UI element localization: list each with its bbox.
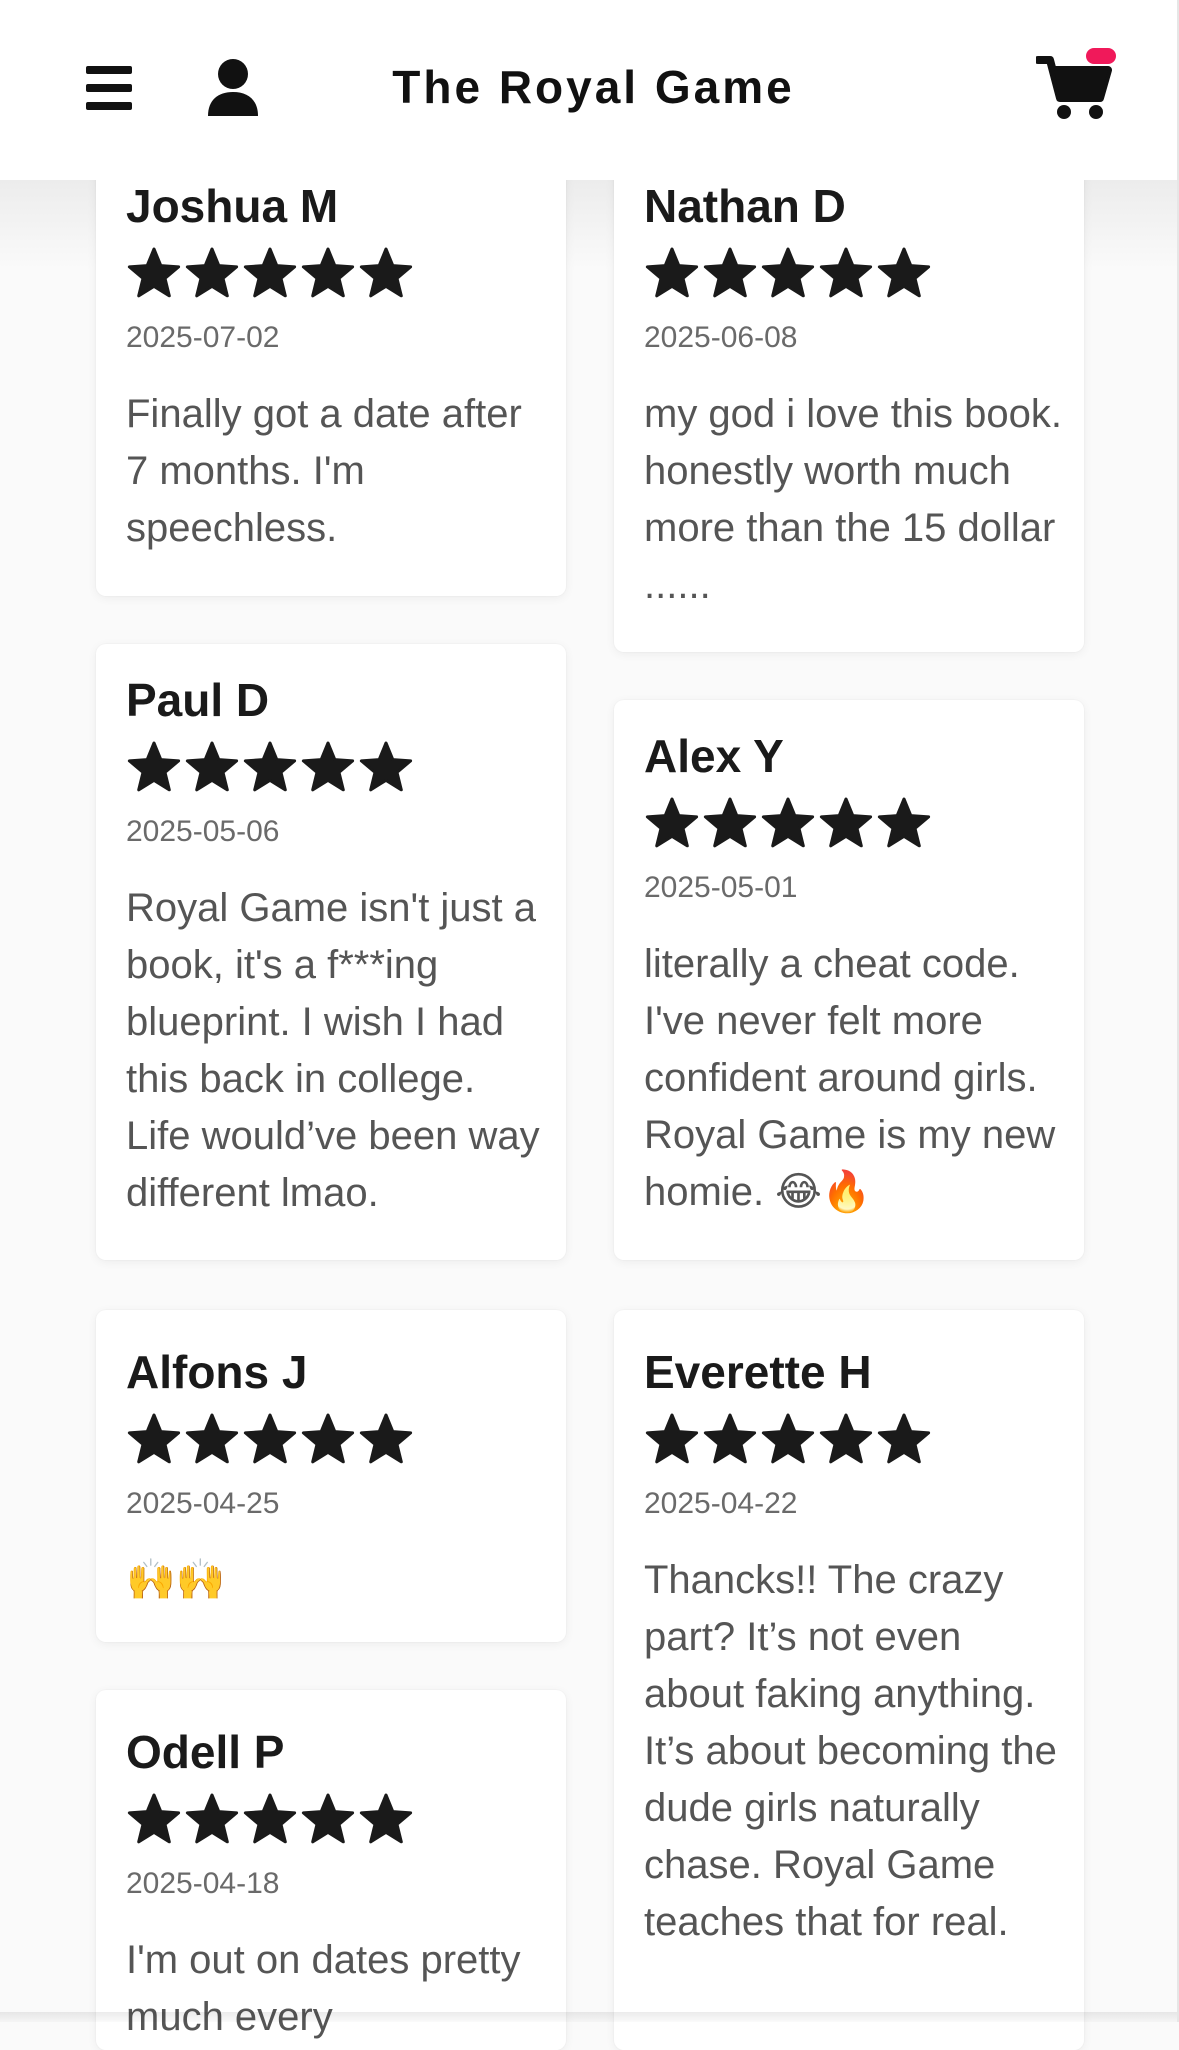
star-rating xyxy=(126,246,544,302)
review-text: Finally got a date after 7 months. I'm s… xyxy=(126,392,522,550)
review-card: Everette H 2025-04-22 Thancks!! The craz… xyxy=(614,1310,1084,2050)
star-icon xyxy=(184,1412,240,1468)
reviewer-name: Odell P xyxy=(126,1726,285,1778)
review-date: 2025-07-02 xyxy=(126,321,280,354)
review-card: Paul D 2025-05-06 Royal Game isn't just … xyxy=(96,644,566,1260)
star-rating xyxy=(126,740,544,796)
review-text: literally a cheat code. I've never felt … xyxy=(644,942,1056,1214)
star-icon xyxy=(126,246,182,302)
star-icon xyxy=(184,740,240,796)
star-icon xyxy=(242,1412,298,1468)
review-card: Nathan D 2025-06-08 my god i love this b… xyxy=(614,150,1084,652)
reviewer-name: Joshua M xyxy=(126,180,339,232)
review-text: my god i love this book. honestly worth … xyxy=(644,392,1062,607)
review-text: Royal Game isn't just a book, it's a f**… xyxy=(126,886,540,1215)
star-icon xyxy=(300,246,356,302)
star-icon xyxy=(702,246,758,302)
review-date: 2025-05-01 xyxy=(644,871,798,904)
review-date: 2025-04-22 xyxy=(644,1487,798,1520)
star-icon xyxy=(760,1412,816,1468)
cart-count-badge xyxy=(1086,48,1116,64)
site-title[interactable]: The Royal Game xyxy=(0,60,1179,114)
star-icon xyxy=(126,1792,182,1848)
review-card: Joshua M 2025-07-02 Finally got a date a… xyxy=(96,150,566,596)
review-text: Thancks!! The crazy part? It’s not even … xyxy=(644,1558,1057,1944)
star-icon xyxy=(876,1412,932,1468)
star-icon xyxy=(358,246,414,302)
star-icon xyxy=(300,1412,356,1468)
review-card: Alfons J 2025-04-25 🙌🙌 xyxy=(96,1310,566,1642)
star-rating xyxy=(644,796,1062,852)
star-icon xyxy=(818,796,874,852)
star-icon xyxy=(876,246,932,302)
star-icon xyxy=(242,246,298,302)
star-icon xyxy=(358,1412,414,1468)
star-icon xyxy=(760,796,816,852)
star-icon xyxy=(702,1412,758,1468)
review-text: 🙌🙌 xyxy=(126,1558,226,1602)
review-card: Odell P 2025-04-18 I'm out on dates pret… xyxy=(96,1690,566,2050)
top-header: The Royal Game xyxy=(0,0,1179,180)
reviewer-name: Alex Y xyxy=(644,730,784,782)
star-rating xyxy=(126,1412,544,1468)
star-icon xyxy=(876,796,932,852)
star-icon xyxy=(126,1412,182,1468)
star-rating xyxy=(644,246,1062,302)
star-icon xyxy=(644,246,700,302)
star-icon xyxy=(242,740,298,796)
reviewer-name: Everette H xyxy=(644,1346,872,1398)
star-icon xyxy=(358,740,414,796)
reviewer-name: Paul D xyxy=(126,674,270,726)
star-icon xyxy=(702,796,758,852)
star-icon xyxy=(644,1412,700,1468)
star-icon xyxy=(300,740,356,796)
star-icon xyxy=(358,1792,414,1848)
reviewer-name: Alfons J xyxy=(126,1346,308,1398)
star-icon xyxy=(300,1792,356,1848)
reviewer-name: Nathan D xyxy=(644,180,846,232)
star-rating xyxy=(126,1792,544,1848)
star-icon xyxy=(184,1792,240,1848)
star-rating xyxy=(644,1412,1062,1468)
star-icon xyxy=(760,246,816,302)
star-icon xyxy=(818,246,874,302)
review-date: 2025-06-08 xyxy=(644,321,798,354)
star-icon xyxy=(818,1412,874,1468)
star-icon xyxy=(184,246,240,302)
star-icon xyxy=(242,1792,298,1848)
review-date: 2025-04-18 xyxy=(126,1867,280,1900)
review-card: Alex Y 2025-05-01 literally a cheat code… xyxy=(614,700,1084,1260)
review-date: 2025-04-25 xyxy=(126,1487,280,1520)
review-date: 2025-05-06 xyxy=(126,815,280,848)
star-icon xyxy=(644,796,700,852)
star-icon xyxy=(126,740,182,796)
review-text: I'm out on dates pretty much every xyxy=(126,1938,521,2039)
bottom-edge xyxy=(0,2012,1179,2022)
